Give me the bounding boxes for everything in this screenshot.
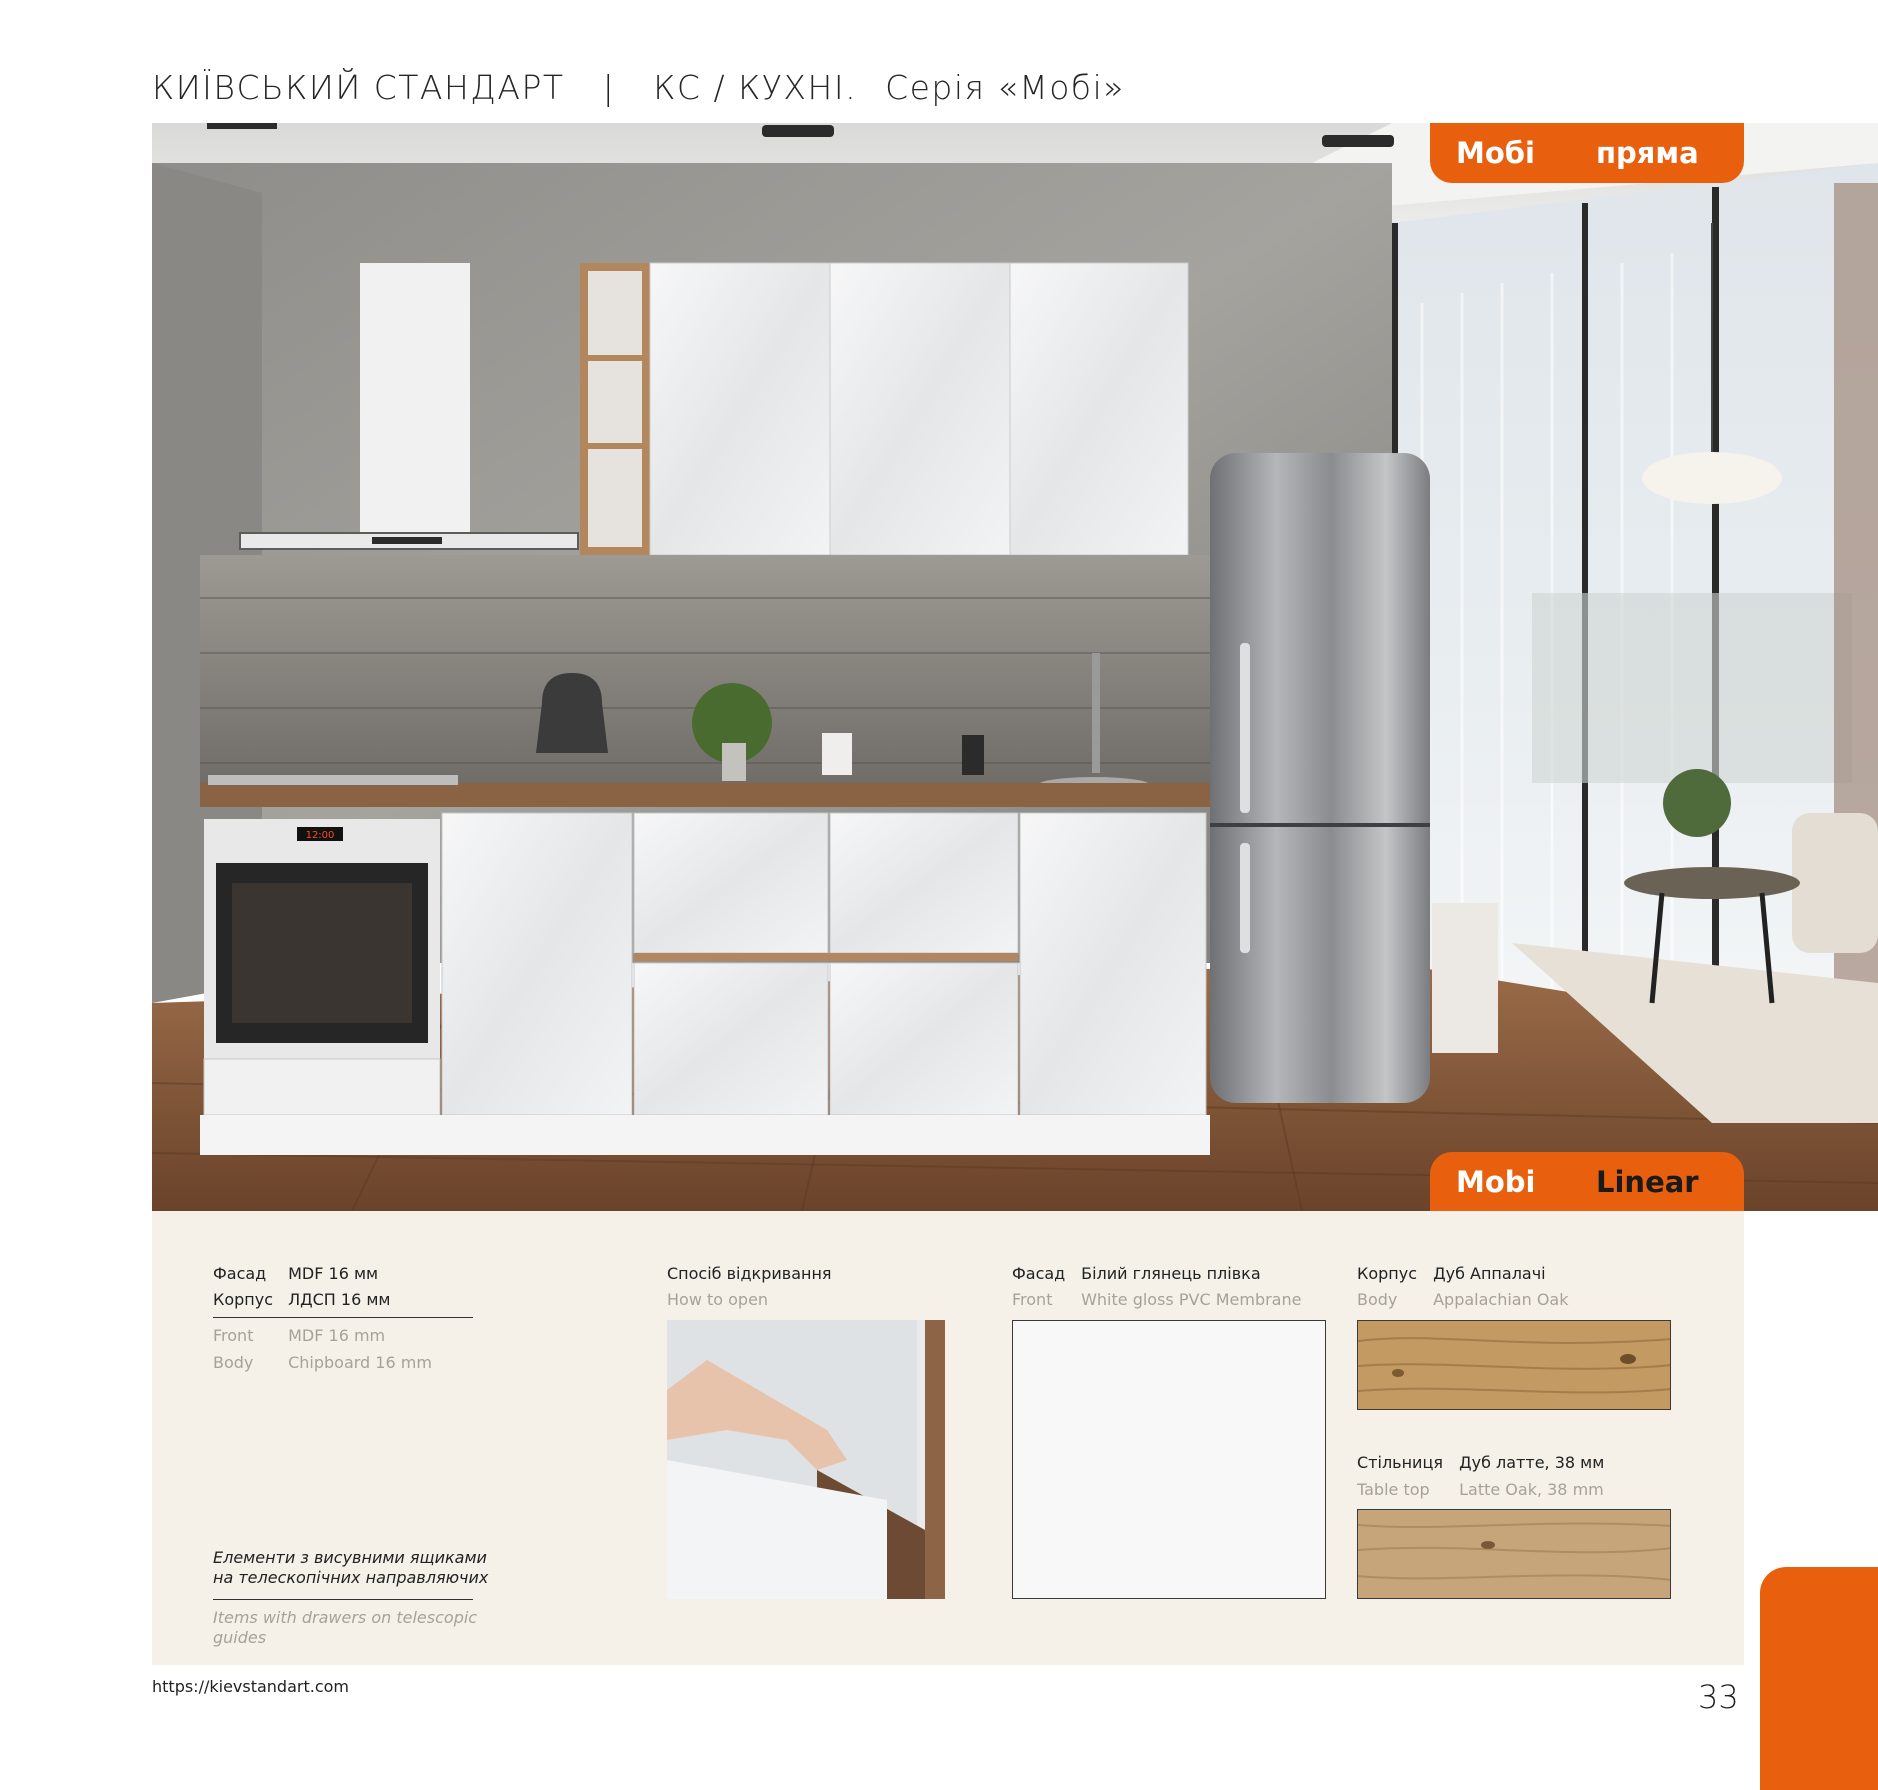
body-value-ua: Дуб Аппалачі (1433, 1264, 1546, 1283)
facade-label-ua: Фасад (1012, 1264, 1066, 1283)
kitchen-photo: 12:00 (152, 123, 1878, 1211)
spec-front-en: Front MDF 16 mm (213, 1323, 385, 1349)
series-title: Серія «Мобі» (885, 67, 1125, 107)
brand-name: КИЇВСЬКИЙ СТАНДАРТ (152, 67, 565, 107)
body-label-ua: Корпус (1357, 1264, 1418, 1283)
footer-url[interactable]: https://kievstandart.com (152, 1677, 349, 1696)
tabletop-en: Table top Latte Oak, 38 mm (1357, 1477, 1604, 1503)
drawers-note-ua-line1: Елементи з висувними ящиками (213, 1548, 487, 1567)
page-number: 33 (1698, 1678, 1739, 1716)
header-separator: | (602, 67, 616, 107)
body-value-en: Appalachian Oak (1433, 1290, 1569, 1309)
badge-top-word1: Мобі (1456, 136, 1535, 170)
facade-en: Front White gloss PVC Membrane (1012, 1287, 1301, 1313)
body-label-en: Body (1357, 1290, 1398, 1309)
opening-title-en: How to open (667, 1290, 769, 1309)
facade-color-sample (1012, 1320, 1326, 1599)
body-oak-sample (1357, 1320, 1671, 1410)
spec-front-ua: Фасад MDF 16 мм (213, 1261, 378, 1287)
tabletop-label-en: Table top (1357, 1480, 1430, 1499)
opening-title-ua: Спосіб відкривання (667, 1264, 832, 1283)
spec-front-label-ua: Фасад (213, 1264, 267, 1283)
badge-bottom-word2: Linear (1596, 1164, 1699, 1199)
tabletop-value-ua: Дуб латте, 38 мм (1459, 1453, 1605, 1472)
oven-display: 12:00 (306, 830, 335, 841)
spec-body-label-en: Body (213, 1353, 254, 1372)
tabletop-ua: Стільниця Дуб латте, 38 мм (1357, 1450, 1604, 1476)
facade-label-en: Front (1012, 1290, 1053, 1309)
facade-value-ua: Білий глянець плівка (1081, 1264, 1261, 1283)
section-title: КС / КУХНІ. (653, 67, 858, 107)
facade-ua: Фасад Білий глянець плівка (1012, 1261, 1261, 1287)
drawers-note-en-line1: Items with drawers on telescopic (213, 1608, 478, 1627)
badge-top-word2: пряма (1596, 136, 1699, 170)
drawers-note-ua: Елементи з висувними ящиками на телескоп… (213, 1548, 488, 1588)
badge-bottom-word1: Mobi (1456, 1164, 1536, 1199)
opening-photo (667, 1320, 945, 1599)
spec-body-value-en: Chipboard 16 mm (288, 1353, 432, 1372)
drawers-note-en: Items with drawers on telescopic guides (213, 1608, 477, 1648)
spec-front-label-en: Front (213, 1326, 254, 1345)
spec-divider (213, 1317, 473, 1318)
badge-mobi-linear: Mobi Linear (1430, 1152, 1744, 1211)
tabletop-label-ua: Стільниця (1357, 1453, 1443, 1472)
spec-front-value-ua: MDF 16 мм (288, 1264, 379, 1283)
page-header: КИЇВСЬКИЙ СТАНДАРТ | КС / КУХНІ. Серія «… (152, 62, 1125, 112)
body-en: Body Appalachian Oak (1357, 1287, 1568, 1313)
drawers-note-ua-line2: на телескопічних направляючих (213, 1568, 489, 1587)
spec-body-en: Body Chipboard 16 mm (213, 1350, 432, 1376)
drawers-divider (213, 1599, 473, 1600)
spec-body-ua: Корпус ЛДСП 16 мм (213, 1287, 391, 1313)
badge-mobi-pryama: Мобі пряма (1430, 123, 1744, 183)
drawers-note-en-line2: guides (213, 1628, 267, 1647)
spec-body-value-ua: ЛДСП 16 мм (288, 1290, 391, 1309)
tabletop-value-en: Latte Oak, 38 mm (1459, 1480, 1604, 1499)
spec-body-label-ua: Корпус (213, 1290, 274, 1309)
facade-value-en: White gloss PVC Membrane (1081, 1290, 1302, 1309)
tabletop-oak-sample (1357, 1509, 1671, 1599)
spec-front-value-en: MDF 16 mm (288, 1326, 386, 1345)
corner-accent (1760, 1567, 1878, 1790)
body-ua: Корпус Дуб Аппалачі (1357, 1261, 1546, 1287)
